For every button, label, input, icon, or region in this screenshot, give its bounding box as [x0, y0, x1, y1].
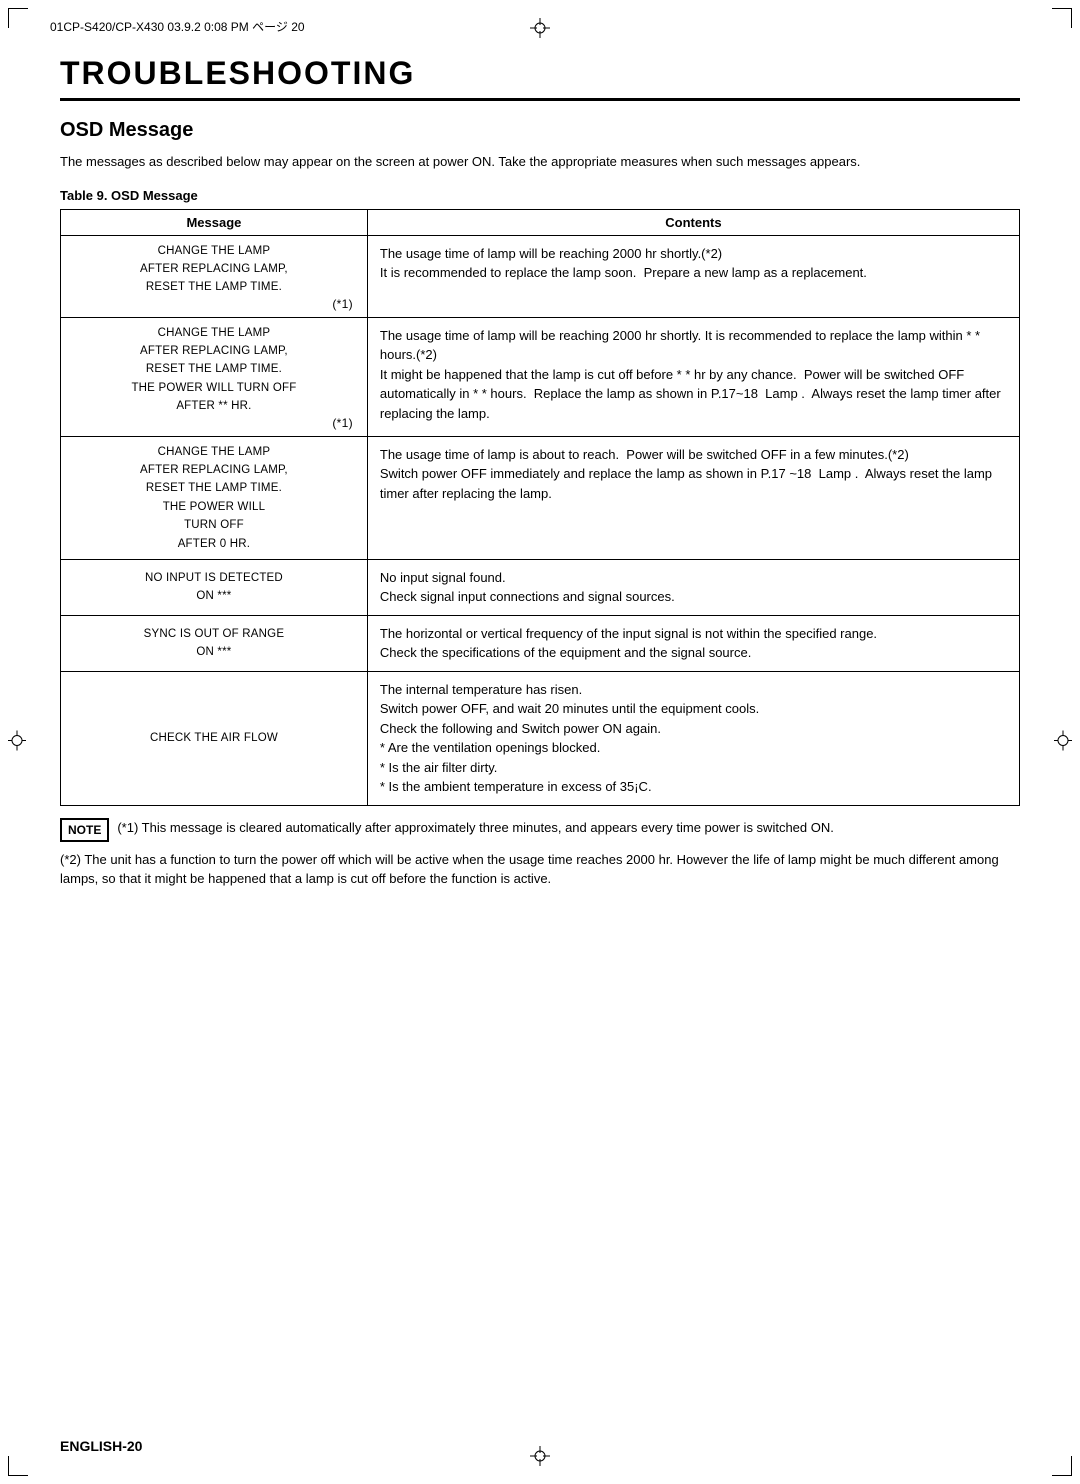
table-row: CHECK THE AIR FLOW The internal temperat…	[61, 671, 1020, 805]
table-title: Table 9. OSD Message	[60, 188, 1020, 203]
footnote2: (*2) The unit has a function to turn the…	[60, 850, 1020, 889]
header-text: 01CP-S420/CP-X430 03.9.2 0:08 PM ページ 20	[50, 18, 305, 35]
corner-mark-tr	[1052, 8, 1072, 28]
message-cell-3: CHANGE THE LAMPAFTER REPLACING LAMP,RESE…	[61, 436, 368, 559]
message-text-4: NO INPUT IS DETECTEDON ***	[71, 569, 357, 606]
page-container: 01CP-S420/CP-X430 03.9.2 0:08 PM ページ 20 …	[0, 0, 1080, 1484]
message-text-1: CHANGE THE LAMPAFTER REPLACING LAMP,RESE…	[71, 242, 357, 297]
message-text-2: CHANGE THE LAMPAFTER REPLACING LAMP,RESE…	[71, 324, 357, 416]
footnote-ref-1: (*1)	[71, 297, 357, 311]
content-area: TROUBLESHOOTING OSD Message The messages…	[60, 55, 1020, 1424]
contents-cell-3: The usage time of lamp is about to reach…	[367, 436, 1019, 559]
message-cell-6: CHECK THE AIR FLOW	[61, 671, 368, 805]
table-row: SYNC IS OUT OF RANGEON *** The horizonta…	[61, 615, 1020, 671]
contents-cell-2: The usage time of lamp will be reaching …	[367, 317, 1019, 436]
message-cell-1: CHANGE THE LAMPAFTER REPLACING LAMP,RESE…	[61, 235, 368, 317]
note-content: (*1) This message is cleared automatical…	[117, 818, 834, 838]
note-box: NOTE (*1) This message is cleared automa…	[60, 818, 1020, 842]
left-mark	[8, 731, 26, 754]
footnote-ref-2: (*1)	[71, 416, 357, 430]
table-row: CHANGE THE LAMPAFTER REPLACING LAMP,RESE…	[61, 317, 1020, 436]
message-cell-5: SYNC IS OUT OF RANGEON ***	[61, 615, 368, 671]
message-text-6: CHECK THE AIR FLOW	[71, 729, 357, 747]
section-title: OSD Message	[60, 119, 1020, 142]
page-footer: ENGLISH-20	[60, 1438, 142, 1454]
contents-cell-6: The internal temperature has risen. Swit…	[367, 671, 1019, 805]
contents-cell-1: The usage time of lamp will be reaching …	[367, 235, 1019, 317]
contents-cell-5: The horizontal or vertical frequency of …	[367, 615, 1019, 671]
right-mark	[1054, 731, 1072, 754]
osd-table: Message Contents CHANGE THE LAMPAFTER RE…	[60, 209, 1020, 806]
page-number: ENGLISH-20	[60, 1438, 142, 1454]
note-label: NOTE	[60, 818, 109, 842]
table-row: CHANGE THE LAMPAFTER REPLACING LAMP,RESE…	[61, 436, 1020, 559]
table-header-row: Message Contents	[61, 209, 1020, 235]
table-row: NO INPUT IS DETECTEDON *** No input sign…	[61, 559, 1020, 615]
page-title: TROUBLESHOOTING	[60, 55, 1020, 101]
page-header: 01CP-S420/CP-X430 03.9.2 0:08 PM ページ 20	[50, 18, 1030, 35]
corner-mark-bl	[8, 1456, 28, 1476]
message-text-5: SYNC IS OUT OF RANGEON ***	[71, 625, 357, 662]
col-header-message: Message	[61, 209, 368, 235]
crosshair-bottom	[530, 1446, 550, 1466]
message-cell-4: NO INPUT IS DETECTEDON ***	[61, 559, 368, 615]
message-cell-2: CHANGE THE LAMPAFTER REPLACING LAMP,RESE…	[61, 317, 368, 436]
corner-mark-tl	[8, 8, 28, 28]
corner-mark-br	[1052, 1456, 1072, 1476]
table-row: CHANGE THE LAMPAFTER REPLACING LAMP,RESE…	[61, 235, 1020, 317]
intro-paragraph: The messages as described below may appe…	[60, 152, 1020, 172]
col-header-contents: Contents	[367, 209, 1019, 235]
contents-cell-4: No input signal found. Check signal inpu…	[367, 559, 1019, 615]
message-text-3: CHANGE THE LAMPAFTER REPLACING LAMP,RESE…	[71, 443, 357, 553]
